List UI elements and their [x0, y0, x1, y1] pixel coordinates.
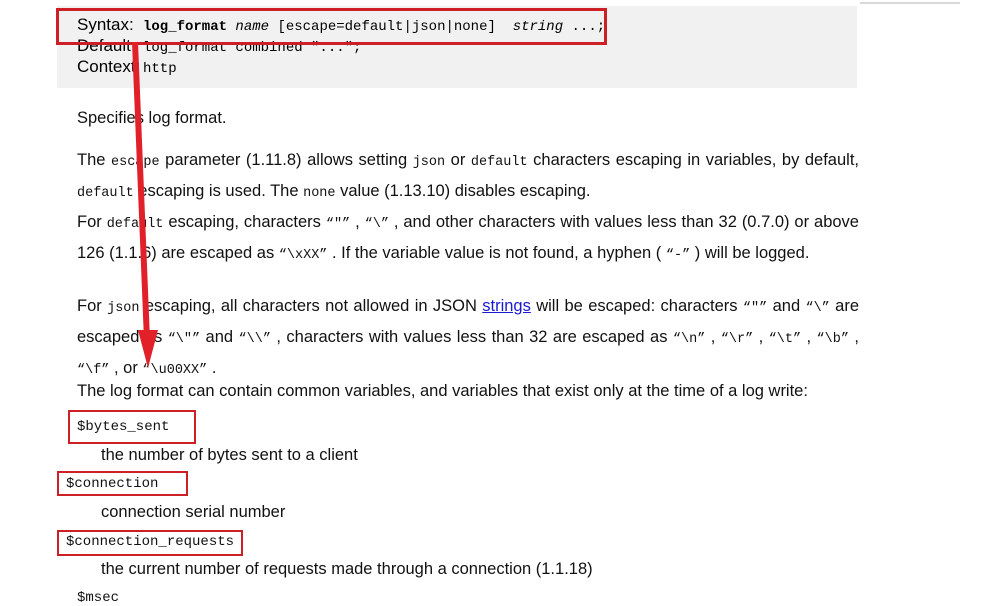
- default-label: Default:: [77, 36, 136, 55]
- paragraph-escape-parameter: The escape parameter (1.11.8) allows set…: [77, 151, 859, 201]
- var-term-msec: $msec: [77, 590, 120, 606]
- syntax-directive-name: log_format: [143, 19, 228, 35]
- paragraph-default-escaping: For default escaping, characters “"” , “…: [77, 213, 859, 263]
- directive-syntax-row: Syntax: log_format name [escape=default|j…: [77, 14, 857, 35]
- syntax-label: Syntax:: [77, 15, 134, 34]
- paragraph-specifies-log-format: Specifies log format.: [77, 109, 227, 127]
- var-term-connection-requests: $connection_requests: [66, 534, 235, 550]
- syntax-escape-option: [escape=default|json|none]: [277, 19, 496, 35]
- syntax-arg-name: name: [235, 19, 270, 35]
- var-term-connection: $connection: [66, 476, 159, 492]
- paragraph-json-escaping: For json escaping, all characters not al…: [77, 297, 859, 378]
- context-value: http: [143, 61, 177, 77]
- strings-link[interactable]: strings: [482, 297, 531, 315]
- var-desc-connection: connection serial number: [101, 503, 286, 521]
- directive-context-row: Context: http: [77, 56, 857, 77]
- context-label: Context:: [77, 57, 141, 76]
- syntax-ellipsis: ...;: [571, 19, 606, 35]
- paragraph-log-format-variables-intro: The log format can contain common variab…: [77, 382, 808, 400]
- var-desc-bytes-sent: the number of bytes sent to a client: [101, 446, 358, 464]
- page-root: Syntax: log_format name [escape=default|j…: [0, 0, 991, 606]
- directive-summary-box: Syntax: log_format name [escape=default|j…: [57, 6, 857, 88]
- directive-default-row: Default: log_format combined "...";: [77, 35, 857, 56]
- syntax-string-arg: string: [512, 19, 564, 35]
- document-content-column: Syntax: log_format name [escape=default|j…: [0, 0, 860, 606]
- default-value: log_format combined "...";: [143, 40, 362, 56]
- var-term-bytes-sent: $bytes_sent: [77, 419, 170, 435]
- var-desc-connection-requests: the current number of requests made thro…: [101, 560, 593, 578]
